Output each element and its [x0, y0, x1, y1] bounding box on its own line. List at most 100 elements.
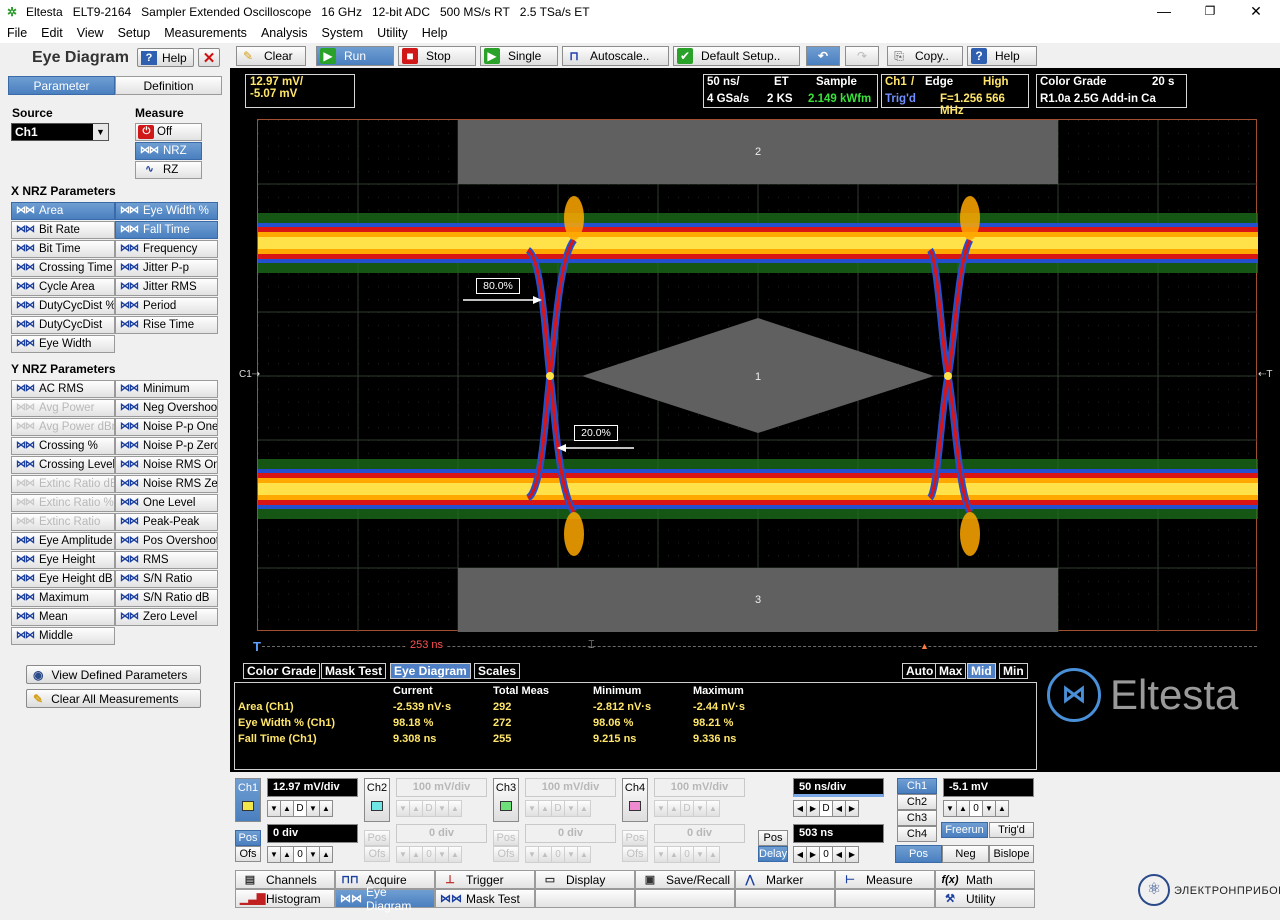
timebase-delay-spinner[interactable]: ◀ ▶ 0 ◀ ▶ [793, 846, 859, 863]
y-param-button[interactable]: ⋈⋈ Avg Power [11, 399, 115, 417]
minimize-icon[interactable]: — [1141, 0, 1187, 23]
slope-bislope-button[interactable]: Bislope [989, 845, 1034, 863]
ch2-scale-field[interactable]: 100 mV/div [396, 778, 487, 797]
zero-icon[interactable]: 0 [680, 846, 694, 863]
y-param-button[interactable]: ⋈⋈ S/N Ratio dB [115, 589, 218, 607]
stat-mid-button[interactable]: Mid [967, 663, 996, 679]
trigger-ch1-button[interactable]: Ch1 [897, 778, 937, 794]
ch4-pos-button[interactable]: Pos [622, 830, 648, 846]
ch3-offset-field[interactable]: 0 div [525, 824, 616, 843]
stop-button[interactable]: ■ Stop [398, 46, 476, 66]
ch4-offset-spinner[interactable]: ▼ ▲ 0 ▼ ▲ [654, 846, 720, 863]
tab-scales[interactable]: Scales [474, 663, 521, 679]
y-param-button[interactable]: ⋈⋈ Noise RMS One [115, 456, 218, 474]
x-param-button[interactable]: ⋈⋈ Cycle Area [11, 278, 115, 296]
single-button[interactable]: ▶ Single [480, 46, 558, 66]
y-param-button[interactable]: ⋈⋈ Middle [11, 627, 115, 645]
right-small-icon[interactable]: ▶ [806, 800, 820, 817]
x-param-button[interactable]: ⋈⋈ Crossing Time [11, 259, 115, 277]
x-param-button[interactable]: ⋈⋈ Fall Time [115, 221, 218, 239]
menu-edit[interactable]: Edit [34, 26, 70, 40]
stat-auto-button[interactable]: Auto [902, 663, 938, 679]
right-icon[interactable]: ▶ [845, 846, 859, 863]
menu-analysis[interactable]: Analysis [254, 26, 315, 40]
down-small-icon[interactable]: ▼ [982, 800, 996, 817]
measure-rz-button[interactable]: ∿ RZ [135, 161, 202, 179]
tab-color-grade[interactable]: Color Grade [243, 663, 321, 679]
timebase-scale-field[interactable]: 50 ns/div [793, 778, 884, 797]
copy-button[interactable]: ⎘ Copy.. [887, 46, 963, 66]
trigger-level-marker[interactable]: ⇠T [1258, 369, 1273, 380]
slope-pos-button[interactable]: Pos [895, 845, 942, 863]
x-param-button[interactable]: ⋈⋈ Bit Time [11, 240, 115, 258]
zero-icon[interactable]: 0 [819, 846, 833, 863]
ch3-offset-spinner[interactable]: ▼ ▲ 0 ▼ ▲ [525, 846, 591, 863]
x-param-button[interactable]: ⋈⋈ Frequency [115, 240, 218, 258]
x-param-button[interactable]: ⋈⋈ Jitter RMS [115, 278, 218, 296]
undo-button[interactable]: ↶ [806, 46, 840, 66]
y-param-button[interactable]: ⋈⋈ Eye Height dB [11, 570, 115, 588]
right-icon[interactable]: ▶ [845, 800, 859, 817]
tab-mask-test[interactable]: Mask Test [321, 663, 387, 679]
x-param-button[interactable]: ⋈⋈ Area [11, 202, 115, 220]
ch1-scale-spinner[interactable]: ▼ ▲ D ▼ ▲ [267, 800, 333, 817]
nav-histogram-button[interactable]: ▁▃▇ Histogram [235, 889, 335, 908]
left-small-icon[interactable]: ◀ [832, 846, 846, 863]
trigd-button[interactable]: Trig'd [989, 822, 1034, 838]
right-small-icon[interactable]: ▶ [806, 846, 820, 863]
x-param-button[interactable]: ⋈⋈ Eye Width % [115, 202, 218, 220]
redo-button[interactable]: ↷ [845, 46, 879, 66]
y-param-button[interactable]: ⋈⋈ RMS [115, 551, 218, 569]
left-icon[interactable]: ◀ [793, 846, 807, 863]
autoscale-button[interactable]: ⊓ Autoscale.. [562, 46, 669, 66]
y-param-button[interactable]: ⋈⋈ Eye Amplitude [11, 532, 115, 550]
stat-min-button[interactable]: Min [999, 663, 1028, 679]
y-param-button[interactable]: ⋈⋈ Mean [11, 608, 115, 626]
y-param-button[interactable]: ⋈⋈ AC RMS [11, 380, 115, 398]
ch4-scale-spinner[interactable]: ▼ ▲ D ▼ ▲ [654, 800, 720, 817]
y-param-button[interactable]: ⋈⋈ One Level [115, 494, 218, 512]
ch4-scale-field[interactable]: 100 mV/div [654, 778, 745, 797]
y-param-button[interactable]: ⋈⋈ Eye Height [11, 551, 115, 569]
ch1-scale-field[interactable]: 12.97 mV/div [267, 778, 358, 797]
y-param-button[interactable]: ⋈⋈ Avg Power dBm [11, 418, 115, 436]
ch3-scale-spinner[interactable]: ▼ ▲ D ▼ ▲ [525, 800, 591, 817]
y-param-button[interactable]: ⋈⋈ Crossing % [11, 437, 115, 455]
nav-mask-test-button[interactable]: ⋈⋈ Mask Test [435, 889, 535, 908]
ch1-offset-spinner[interactable]: ▼ ▲ 0 ▼ ▲ [267, 846, 333, 863]
run-button[interactable]: ▶ Run [316, 46, 394, 66]
up-icon[interactable]: ▲ [995, 800, 1009, 817]
view-defined-button[interactable]: ◉ View Defined Parameters [26, 665, 201, 684]
graticule[interactable]: 2 1 3 [257, 119, 1258, 632]
ch4-button[interactable]: Ch4 [622, 778, 648, 822]
channel-marker[interactable]: C1⇢ [239, 369, 260, 380]
clear-all-button[interactable]: ✎ Clear All Measurements [26, 689, 201, 708]
up-icon[interactable]: ▲ [319, 846, 333, 863]
freerun-button[interactable]: Freerun [941, 822, 988, 838]
menu-help[interactable]: Help [415, 26, 455, 40]
x-param-button[interactable]: ⋈⋈ Bit Rate [11, 221, 115, 239]
nav-utility-button[interactable]: ⚒ Utility [935, 889, 1035, 908]
y-param-button[interactable]: ⋈⋈ Extinc Ratio % [11, 494, 115, 512]
menu-utility[interactable]: Utility [370, 26, 415, 40]
timebase-delay-field[interactable]: 503 ns [793, 824, 884, 843]
right-icon[interactable]: ▼ [306, 800, 320, 817]
default-setup-button[interactable]: ✔ Default Setup.. [673, 46, 800, 66]
x-param-button[interactable]: ⋈⋈ Period [115, 297, 218, 315]
table-row[interactable]: Eye Width % (Ch1) 98.18 % 272 98.06 % 98… [238, 717, 1028, 731]
menu-measurements[interactable]: Measurements [157, 26, 254, 40]
close-icon[interactable]: ✕ [1233, 0, 1279, 23]
y-param-button[interactable]: ⋈⋈ Noise RMS Zero [115, 475, 218, 493]
clear-button[interactable]: ✎ Clear [236, 46, 306, 66]
measure-off-button[interactable]: ⏻ Off [135, 123, 202, 141]
nav-channels-button[interactable]: ▤ Channels [235, 870, 335, 889]
panel-close-button[interactable]: ✕ [198, 48, 220, 67]
y-param-button[interactable]: ⋈⋈ Maximum [11, 589, 115, 607]
trigger-position-marker[interactable]: T [253, 639, 261, 654]
ch2-pos-button[interactable]: Pos [364, 830, 390, 846]
nav-math-button[interactable]: f(x) Math [935, 870, 1035, 889]
left-icon[interactable]: ▲ [280, 800, 294, 817]
ch1-button[interactable]: Ch1 [235, 778, 261, 822]
help-button[interactable]: ? Help [967, 46, 1037, 66]
ch2-button[interactable]: Ch2 [364, 778, 390, 822]
